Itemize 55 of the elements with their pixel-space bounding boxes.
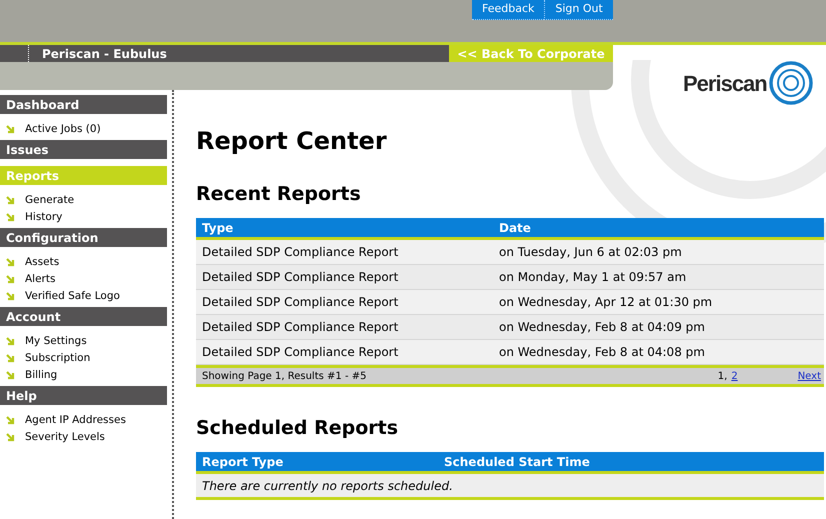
page-title: Report Center bbox=[196, 126, 388, 157]
sidebar-link[interactable]: Severity Levels bbox=[25, 430, 105, 446]
top-nav-link[interactable]: Sign Out bbox=[544, 0, 613, 20]
section-title: Scheduled Reports bbox=[196, 416, 400, 440]
arrow-icon bbox=[6, 433, 15, 442]
sidebar-link[interactable]: Verified Safe Logo bbox=[25, 288, 120, 304]
table-cell-text: on Wednesday, Feb 8 at 04:08 pm bbox=[498, 344, 705, 361]
sidebar-section[interactable]: Help bbox=[0, 386, 167, 405]
sidebar-section[interactable]: Issues bbox=[0, 140, 167, 159]
pagination-summary: Showing Page 1, Results #1 - #5 bbox=[201, 370, 366, 384]
column-header: Type bbox=[201, 220, 234, 236]
logo-rings-icon bbox=[768, 60, 813, 106]
sidebar-section[interactable]: Account bbox=[0, 307, 167, 326]
arrow-icon bbox=[6, 292, 15, 301]
column-header: Report Type bbox=[201, 454, 284, 470]
page-separator: , bbox=[724, 370, 728, 384]
arrow-icon bbox=[6, 337, 15, 346]
arrow-icon bbox=[6, 196, 15, 205]
table-cell-text: Detailed SDP Compliance Report bbox=[201, 244, 400, 261]
logo-text: Periscan bbox=[683, 70, 767, 98]
sidebar-link[interactable]: Alerts bbox=[25, 272, 56, 288]
table-cell-text: Detailed SDP Compliance Report bbox=[201, 269, 400, 286]
table-cell-text: on Tuesday, Jun 6 at 02:03 pm bbox=[498, 244, 682, 261]
arrow-icon bbox=[6, 371, 15, 380]
sidebar-link[interactable]: Active Jobs (0) bbox=[25, 122, 101, 138]
sidebar-link[interactable]: My Settings bbox=[25, 334, 87, 350]
top-nav-link[interactable]: Feedback bbox=[472, 0, 544, 20]
arrow-icon bbox=[6, 258, 15, 267]
sidebar-link[interactable]: Subscription bbox=[25, 350, 90, 366]
sidebar-link[interactable]: Agent IP Addresses bbox=[25, 412, 126, 428]
sidebar-link[interactable]: Assets bbox=[25, 254, 60, 270]
page-link[interactable]: 1 bbox=[718, 368, 724, 384]
section-title: Recent Reports bbox=[196, 182, 362, 206]
sidebar-section[interactable]: Dashboard bbox=[0, 95, 167, 114]
column-header: Date bbox=[498, 220, 531, 236]
table-cell-text: Detailed SDP Compliance Report bbox=[201, 319, 400, 336]
arrow-icon bbox=[6, 275, 15, 284]
next-link[interactable]: Next bbox=[798, 368, 821, 384]
arrow-icon bbox=[6, 125, 15, 134]
table-cell-text: on Monday, May 1 at 09:57 am bbox=[498, 269, 686, 286]
table-cell-text: on Wednesday, Apr 12 at 01:30 pm bbox=[498, 294, 712, 311]
arrow-icon bbox=[6, 416, 15, 425]
arrow-icon bbox=[6, 213, 15, 222]
page-link[interactable]: 2 bbox=[731, 368, 738, 384]
sidebar-section[interactable]: Configuration bbox=[0, 228, 167, 247]
sidebar-link[interactable]: Generate bbox=[25, 192, 74, 208]
site-title: Periscan - Eubulus bbox=[42, 46, 167, 62]
column-header: Scheduled Start Time bbox=[443, 454, 590, 470]
sidebar-link[interactable]: History bbox=[25, 210, 62, 226]
table-cell-text: on Wednesday, Feb 8 at 04:09 pm bbox=[498, 319, 705, 336]
table-cell-text: Detailed SDP Compliance Report bbox=[201, 294, 400, 311]
sidebar-link[interactable]: Billing bbox=[25, 368, 58, 384]
empty-message: There are currently no reports scheduled. bbox=[201, 478, 453, 494]
table-cell-text: Detailed SDP Compliance Report bbox=[201, 344, 400, 361]
arrow-icon bbox=[6, 354, 15, 363]
